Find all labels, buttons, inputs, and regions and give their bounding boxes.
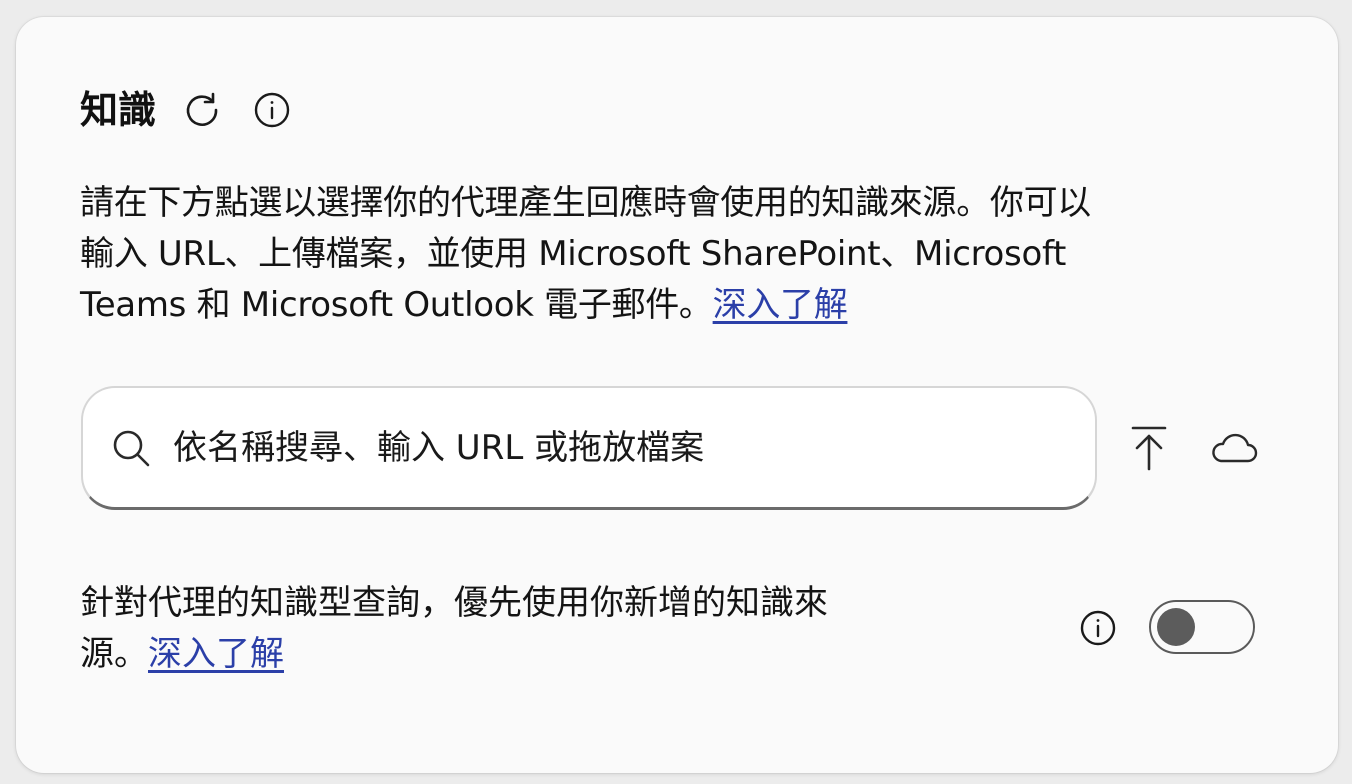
cloud-icon[interactable]	[1208, 428, 1260, 468]
toggle-knob	[1157, 608, 1195, 646]
knowledge-description: 請在下方點選以選擇你的代理產生回應時會使用的知識來源。你可以 輸入 URL、上傳…	[80, 178, 1280, 331]
prioritize-sources-toggle[interactable]	[1149, 600, 1255, 654]
description-line: Teams 和 Microsoft Outlook 電子郵件。深入了解	[80, 280, 1280, 331]
preference-text: 源。	[80, 634, 148, 674]
section-title: 知識	[80, 88, 157, 132]
prioritize-sources-text: 針對代理的知識型查詢，優先使用你新增的知識來 源。深入了解	[80, 578, 980, 680]
search-input[interactable]	[173, 417, 1095, 478]
description-text: Teams 和 Microsoft Outlook 電子郵件。	[80, 285, 713, 325]
upload-icon[interactable]	[1126, 424, 1172, 472]
preference-line: 源。深入了解	[80, 629, 980, 680]
knowledge-header: 知識	[80, 84, 292, 136]
knowledge-search-box[interactable]	[81, 386, 1097, 510]
refresh-icon[interactable]	[182, 90, 222, 130]
learn-more-link[interactable]: 深入了解	[148, 634, 284, 674]
description-line: 請在下方點選以選擇你的代理產生回應時會使用的知識來源。你可以	[80, 183, 1091, 223]
info-icon[interactable]	[252, 90, 292, 130]
learn-more-link[interactable]: 深入了解	[713, 285, 848, 325]
preference-line: 針對代理的知識型查詢，優先使用你新增的知識來	[80, 583, 828, 623]
search-icon	[109, 426, 153, 470]
description-line: 輸入 URL、上傳檔案，並使用 Microsoft SharePoint、Mic…	[80, 234, 1067, 274]
info-icon[interactable]	[1078, 608, 1118, 648]
